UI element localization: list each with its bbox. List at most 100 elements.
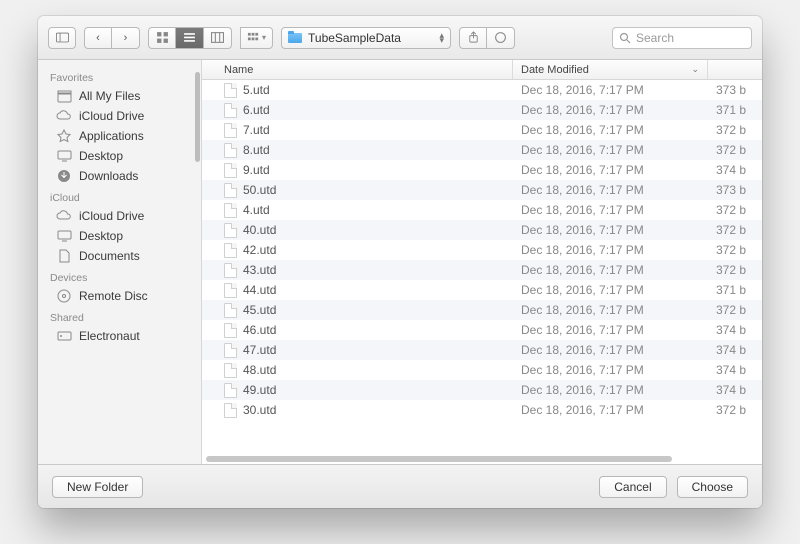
file-date: Dec 18, 2016, 7:17 PM (513, 283, 708, 297)
sidebar-item-all-my-files[interactable]: All My Files (38, 86, 201, 106)
column-headers: Name Date Modified⌄ (202, 60, 762, 80)
table-row[interactable]: 30.utdDec 18, 2016, 7:17 PM372 b (202, 400, 762, 420)
column-view-button[interactable] (204, 27, 232, 49)
file-date: Dec 18, 2016, 7:17 PM (513, 203, 708, 217)
table-row[interactable]: 5.utdDec 18, 2016, 7:17 PM373 b (202, 80, 762, 100)
sidebar-item-downloads[interactable]: Downloads (38, 166, 201, 186)
file-size: 374 b (708, 343, 762, 357)
sidebar-section-header: iCloud (38, 186, 201, 206)
sidebar-item-desktop[interactable]: Desktop (38, 226, 201, 246)
back-button[interactable]: ‹ (84, 27, 112, 49)
cloud-icon (56, 109, 72, 123)
file-name: 46.utd (243, 323, 276, 337)
file-name: 40.utd (243, 223, 276, 237)
file-size: 372 b (708, 263, 762, 277)
document-icon (224, 283, 237, 298)
document-icon (224, 323, 237, 338)
sidebar[interactable]: FavoritesAll My FilesiCloud DriveApplica… (38, 60, 202, 464)
table-row[interactable]: 42.utdDec 18, 2016, 7:17 PM372 b (202, 240, 762, 260)
cancel-button[interactable]: Cancel (599, 476, 666, 498)
sidebar-item-desktop[interactable]: Desktop (38, 146, 201, 166)
table-row[interactable]: 46.utdDec 18, 2016, 7:17 PM374 b (202, 320, 762, 340)
scrollbar-thumb[interactable] (195, 72, 200, 162)
sidebar-icon (56, 31, 69, 44)
table-row[interactable]: 8.utdDec 18, 2016, 7:17 PM372 b (202, 140, 762, 160)
column-date[interactable]: Date Modified⌄ (513, 60, 708, 79)
file-date: Dec 18, 2016, 7:17 PM (513, 223, 708, 237)
sidebar-item-label: iCloud Drive (79, 209, 144, 223)
sidebar-item-label: Remote Disc (79, 289, 148, 303)
nav-buttons: ‹ › (84, 27, 140, 49)
table-row[interactable]: 7.utdDec 18, 2016, 7:17 PM372 b (202, 120, 762, 140)
search-icon (619, 32, 631, 44)
sidebar-toggle-button[interactable] (48, 27, 76, 49)
sidebar-item-icloud-drive[interactable]: iCloud Drive (38, 206, 201, 226)
table-row[interactable]: 6.utdDec 18, 2016, 7:17 PM371 b (202, 100, 762, 120)
table-row[interactable]: 47.utdDec 18, 2016, 7:17 PM374 b (202, 340, 762, 360)
table-row[interactable]: 4.utdDec 18, 2016, 7:17 PM372 b (202, 200, 762, 220)
choose-button[interactable]: Choose (677, 476, 748, 498)
document-icon (224, 363, 237, 378)
document-icon (224, 223, 237, 238)
sidebar-scrollbar[interactable] (194, 72, 201, 452)
group-button[interactable]: ▾ (240, 27, 273, 49)
search-input[interactable]: Search (612, 27, 752, 49)
file-rows[interactable]: 5.utdDec 18, 2016, 7:17 PM373 b6.utdDec … (202, 80, 762, 464)
file-name: 7.utd (243, 123, 270, 137)
sidebar-item-documents[interactable]: Documents (38, 246, 201, 266)
tags-button[interactable] (487, 27, 515, 49)
document-icon (224, 183, 237, 198)
file-size: 371 b (708, 283, 762, 297)
column-name[interactable]: Name (202, 60, 513, 79)
file-size: 374 b (708, 383, 762, 397)
chevron-left-icon: ‹ (96, 32, 100, 44)
new-folder-button[interactable]: New Folder (52, 476, 143, 498)
scrollbar-thumb[interactable] (206, 456, 672, 462)
table-row[interactable]: 43.utdDec 18, 2016, 7:17 PM372 b (202, 260, 762, 280)
file-name: 48.utd (243, 363, 276, 377)
downloads-icon (56, 169, 72, 183)
table-row[interactable]: 49.utdDec 18, 2016, 7:17 PM374 b (202, 380, 762, 400)
table-row[interactable]: 45.utdDec 18, 2016, 7:17 PM372 b (202, 300, 762, 320)
sidebar-item-electronaut[interactable]: Electronaut (38, 326, 201, 346)
file-date: Dec 18, 2016, 7:17 PM (513, 163, 708, 177)
footer: New Folder Cancel Choose (38, 464, 762, 508)
sidebar-item-remote-disc[interactable]: Remote Disc (38, 286, 201, 306)
list-view-button[interactable] (176, 27, 204, 49)
document-icon (224, 403, 237, 418)
path-popup[interactable]: TubeSampleData ▴▾ (281, 27, 451, 49)
file-size: 373 b (708, 83, 762, 97)
sidebar-item-label: Electronaut (79, 329, 140, 343)
icon-view-button[interactable] (148, 27, 176, 49)
table-row[interactable]: 9.utdDec 18, 2016, 7:17 PM374 b (202, 160, 762, 180)
file-name: 45.utd (243, 303, 276, 317)
sidebar-item-applications[interactable]: Applications (38, 126, 201, 146)
file-name: 4.utd (243, 203, 270, 217)
server-icon (56, 329, 72, 343)
table-row[interactable]: 48.utdDec 18, 2016, 7:17 PM374 b (202, 360, 762, 380)
toolbar: ‹ › ▾ TubeSampleData ▴▾ Search (38, 16, 762, 60)
file-date: Dec 18, 2016, 7:17 PM (513, 143, 708, 157)
horizontal-scrollbar[interactable] (206, 455, 748, 463)
document-icon (224, 203, 237, 218)
document-icon (224, 123, 237, 138)
table-row[interactable]: 50.utdDec 18, 2016, 7:17 PM373 b (202, 180, 762, 200)
table-row[interactable]: 44.utdDec 18, 2016, 7:17 PM371 b (202, 280, 762, 300)
grid-icon (156, 31, 169, 44)
file-date: Dec 18, 2016, 7:17 PM (513, 103, 708, 117)
file-size: 374 b (708, 163, 762, 177)
file-date: Dec 18, 2016, 7:17 PM (513, 403, 708, 417)
share-button[interactable] (459, 27, 487, 49)
document-icon (224, 263, 237, 278)
document-icon (224, 163, 237, 178)
file-size: 374 b (708, 363, 762, 377)
chevron-down-icon: ⌄ (691, 64, 699, 75)
document-icon (224, 343, 237, 358)
up-down-icon: ▴▾ (439, 33, 444, 43)
forward-button[interactable]: › (112, 27, 140, 49)
table-row[interactable]: 40.utdDec 18, 2016, 7:17 PM372 b (202, 220, 762, 240)
sidebar-item-icloud-drive[interactable]: iCloud Drive (38, 106, 201, 126)
sidebar-item-label: Applications (79, 129, 144, 143)
file-name: 30.utd (243, 403, 276, 417)
file-date: Dec 18, 2016, 7:17 PM (513, 183, 708, 197)
